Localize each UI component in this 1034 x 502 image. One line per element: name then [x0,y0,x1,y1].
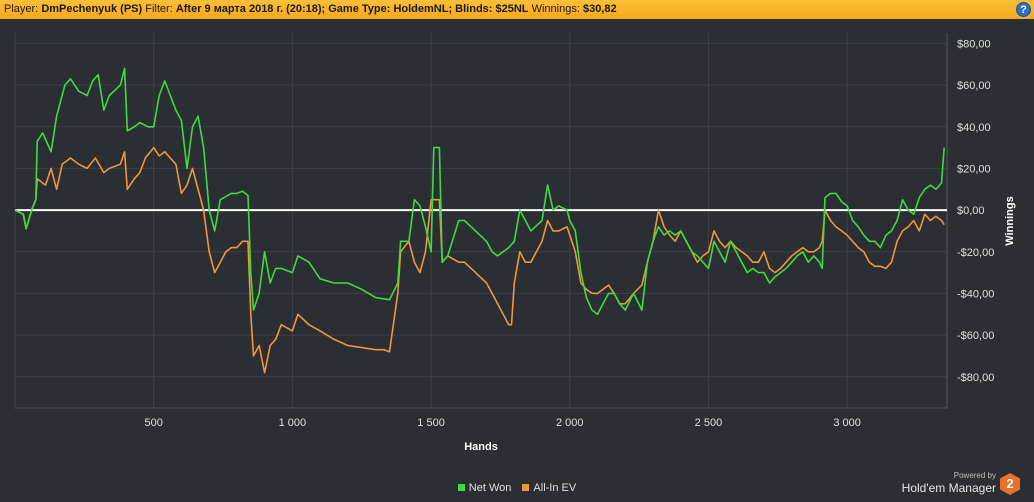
x-tick-label: 2 000 [556,417,584,429]
y-tick-label: -$40,00 [957,288,994,300]
y-tick-label: $20,00 [957,163,991,175]
player-value: DmPechenyuk (PS) [41,3,143,15]
hm2-logo-icon: 2 [1000,473,1020,495]
legend-item-all-in-ev[interactable]: All-In EV [522,482,576,494]
winnings-label: Winnings: [531,3,580,15]
x-axis-ticks: 500 1 000 1 500 2 000 2 500 3 000 [145,417,861,429]
x-tick-label: 1 500 [417,417,445,429]
winnings-chart: 500 1 000 1 500 2 000 2 500 3 000 $80,00 $60,0… [14,33,1016,453]
x-tick-label: 2 500 [695,417,723,429]
filter-label: Filter: [145,3,173,15]
x-tick-label: 1 000 [279,417,307,429]
y-tick-label: $60,00 [957,80,991,92]
y-axis-ticks: $80,00 $60,00 $40,00 $20,00 $0,00 -$20,00 -$40… [957,38,994,383]
legend-item-net-won[interactable]: Net Won [457,482,512,494]
powered-by-label: Powered by [953,471,996,480]
powered-by-brand: Powered by Hold'em Manager 2 [900,471,1020,497]
legend: Net Won All-In EV [0,482,1034,496]
filter-value: After 9 марта 2018 г. (20:18); Game Type… [175,3,529,15]
legend-swatch-all-in-ev [522,484,530,491]
legend-label-all-in-ev: All-In EV [533,482,577,494]
y-tick-label: -$20,00 [957,247,994,259]
winnings-value: $30,82 [582,3,617,15]
x-tick-label: 3 000 [833,417,861,429]
plot-background [15,33,947,408]
legend-label-net-won: Net Won [468,482,512,494]
x-axis-title: Hands [464,441,498,453]
y-tick-label: -$80,00 [957,372,994,384]
filter-bar: Player: DmPechenyuk (PS) Filter: After 9… [0,0,1034,19]
y-tick-label: $80,00 [957,38,991,50]
x-tick-label: 500 [145,417,163,429]
y-tick-label: -$60,00 [957,330,994,342]
help-icon[interactable]: ? [1016,2,1031,17]
brand-name: Hold'em Manager [901,481,996,495]
y-tick-label: $0,00 [957,205,985,217]
y-tick-label: $40,00 [957,122,991,134]
y-axis-title: Winnings [1004,196,1016,245]
legend-swatch-net-won [457,484,465,491]
player-label: Player: [4,3,39,15]
